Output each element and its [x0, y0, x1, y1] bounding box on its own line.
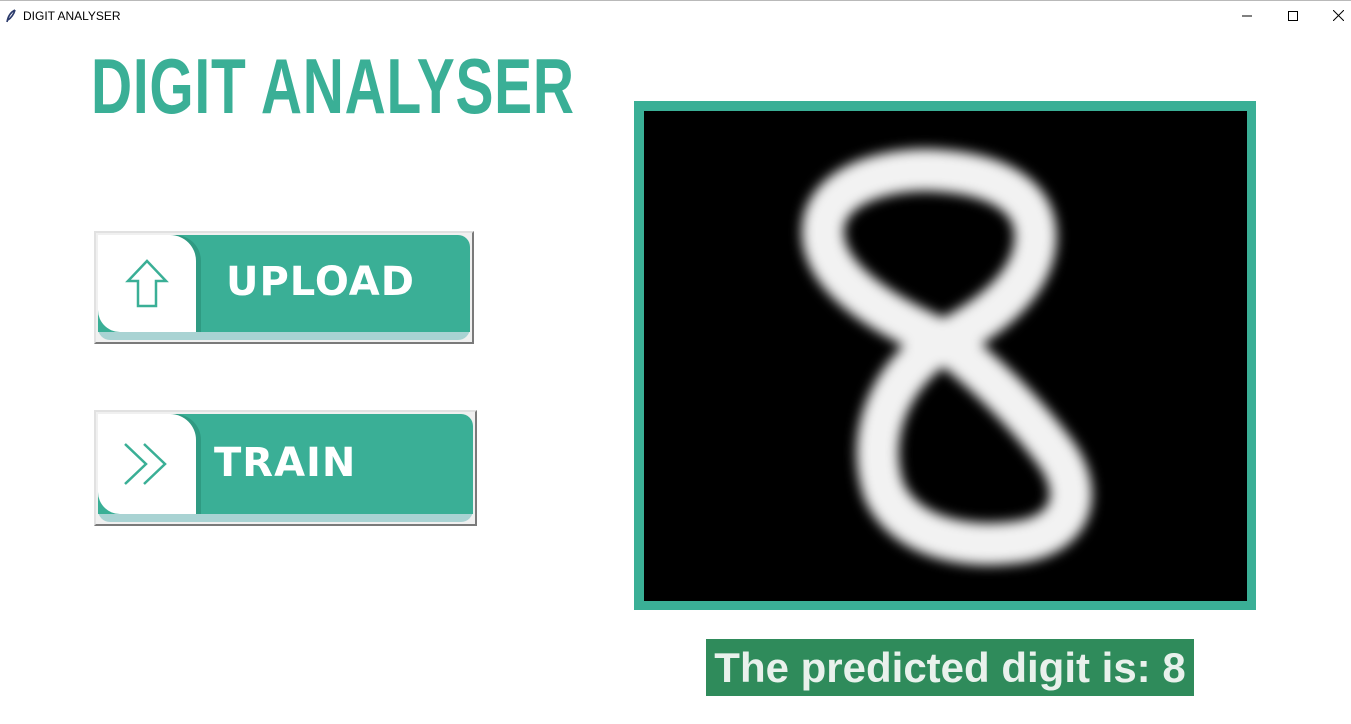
- upload-icon-box: [98, 235, 196, 332]
- upload-arrow-icon: [125, 258, 169, 307]
- image-frame: [634, 101, 1256, 610]
- feather-icon: [6, 9, 16, 23]
- train-button-label: TRAIN: [214, 440, 357, 486]
- train-button[interactable]: TRAIN: [94, 410, 477, 526]
- upload-button[interactable]: UPLOAD: [94, 231, 474, 344]
- close-icon: [1332, 10, 1344, 21]
- maximize-icon: [1288, 10, 1298, 21]
- image-canvas: [644, 111, 1247, 601]
- train-icon-box: [98, 414, 196, 514]
- app-title: DIGIT ANALYSER: [91, 42, 575, 130]
- upload-button-label: UPLOAD: [226, 259, 415, 305]
- double-chevron-right-icon: [124, 443, 167, 485]
- maximize-button[interactable]: [1270, 1, 1316, 30]
- close-button[interactable]: [1315, 1, 1351, 30]
- minimize-icon: [1242, 15, 1252, 16]
- prediction-label: The predicted digit is: 8: [706, 639, 1194, 696]
- handwritten-digit-image: [801, 149, 1092, 565]
- window-titlebar: DIGIT ANALYSER: [0, 0, 1351, 30]
- window-title: DIGIT ANALYSER: [23, 9, 121, 23]
- minimize-button[interactable]: [1224, 1, 1270, 30]
